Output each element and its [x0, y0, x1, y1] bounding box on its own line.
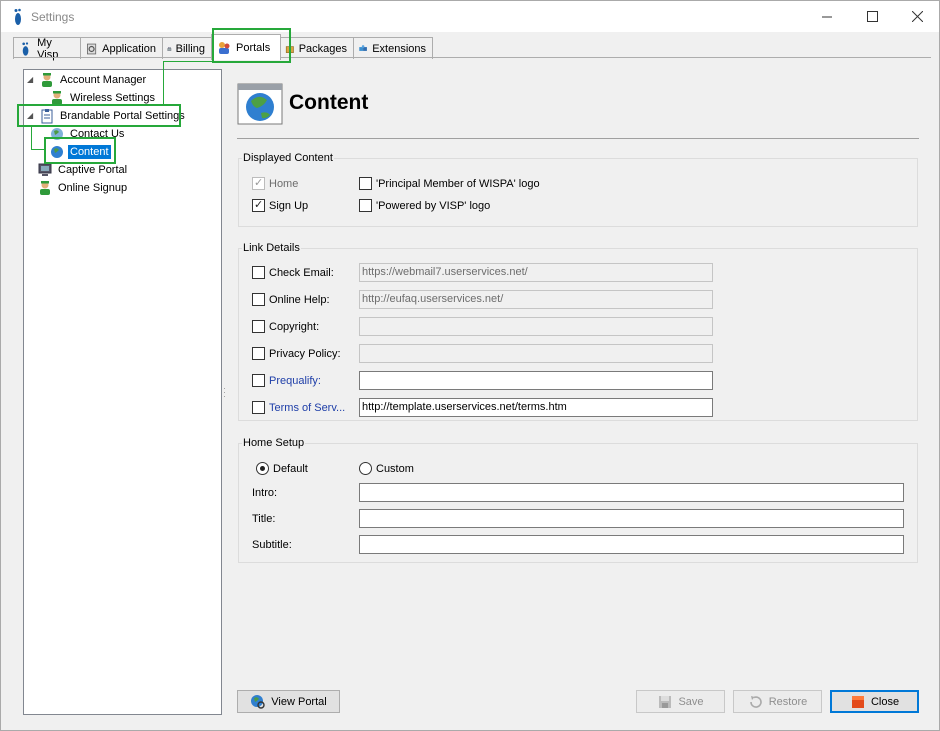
- globe-icon: [51, 145, 63, 158]
- globe-icon: [51, 127, 63, 140]
- checkbox-box[interactable]: [359, 177, 372, 190]
- close-door-icon: [851, 695, 864, 708]
- checkbox-box[interactable]: [252, 347, 265, 360]
- tab-billing[interactable]: Billing: [162, 37, 212, 59]
- privacy-policy-field[interactable]: [359, 344, 713, 363]
- home-setup-title: Home Setup: [242, 437, 306, 449]
- checkbox-box: [252, 176, 265, 190]
- highlight-connector: [163, 61, 213, 62]
- copyright-checkbox[interactable]: Copyright:: [252, 320, 319, 333]
- tree-item-online-signup[interactable]: Online Signup: [37, 179, 129, 196]
- checkbox-box[interactable]: [252, 198, 265, 212]
- tab-extensions[interactable]: Extensions: [353, 37, 433, 59]
- save-button[interactable]: Save: [636, 690, 725, 713]
- floppy-icon: [659, 695, 672, 708]
- monitor-icon: [38, 163, 52, 176]
- user-icon: [42, 72, 52, 87]
- maximize-icon: [866, 11, 878, 22]
- home-checkbox: Home: [252, 176, 298, 190]
- copyright-field[interactable]: [359, 317, 713, 336]
- page-title: Content: [289, 91, 369, 114]
- window-title: Settings: [31, 10, 75, 24]
- tree-item-content[interactable]: Content: [49, 143, 111, 160]
- tree-item-wireless-settings[interactable]: Wireless Settings: [49, 89, 157, 106]
- panel-splitter[interactable]: · · ·: [223, 384, 226, 401]
- package-icon: [285, 45, 294, 53]
- tab-my-visp[interactable]: My Visp: [13, 37, 81, 61]
- user-icon: [52, 90, 62, 105]
- close-window-button[interactable]: [894, 1, 940, 32]
- tree-item-captive-portal[interactable]: Captive Portal: [37, 161, 129, 178]
- puzzle-icon: [359, 44, 367, 51]
- portals-icon: [219, 41, 230, 54]
- checkbox-box[interactable]: [252, 401, 265, 414]
- tree-item-brandable-portal-settings[interactable]: ◢ Brandable Portal Settings: [27, 107, 187, 124]
- tab-portals[interactable]: Portals: [211, 34, 281, 60]
- wispa-logo-checkbox[interactable]: 'Principal Member of WISPA' logo: [359, 177, 540, 190]
- tab-strip-border: [13, 57, 931, 58]
- close-button[interactable]: Close: [830, 690, 919, 713]
- tab-strip: My Visp Application Billing Portals Pack…: [13, 34, 433, 61]
- tab-packages[interactable]: Packages: [280, 37, 354, 59]
- terms-of-service-checkbox[interactable]: Terms of Serv...: [252, 401, 345, 414]
- close-icon: [911, 11, 923, 22]
- terms-of-service-field[interactable]: http://template.userservices.net/terms.h…: [359, 398, 713, 417]
- restore-icon: [749, 695, 762, 708]
- subtitle-label: Subtitle:: [252, 539, 292, 551]
- title-label: Title:: [252, 513, 276, 525]
- radio-dot[interactable]: [256, 462, 269, 475]
- privacy-policy-checkbox[interactable]: Privacy Policy:: [252, 347, 341, 360]
- highlight-connector: [31, 127, 32, 150]
- checkbox-box[interactable]: [252, 293, 265, 306]
- displayed-content-group: [238, 158, 918, 227]
- online-help-checkbox[interactable]: Online Help:: [252, 293, 330, 306]
- visp-logo-checkbox[interactable]: 'Powered by VISP' logo: [359, 199, 490, 212]
- settings-tree: ◢ Account Manager Wireless Settings ◢ Br…: [23, 69, 222, 715]
- prequalify-field[interactable]: [359, 371, 713, 390]
- check-email-checkbox[interactable]: Check Email:: [252, 266, 334, 279]
- prequalify-checkbox[interactable]: Prequalify:: [252, 374, 321, 387]
- tree-item-account-manager[interactable]: ◢ Account Manager: [27, 71, 148, 88]
- subtitle-field[interactable]: [359, 535, 904, 554]
- custom-radio[interactable]: Custom: [359, 462, 414, 475]
- title-field[interactable]: [359, 509, 904, 528]
- view-portal-button[interactable]: View Portal: [237, 690, 340, 713]
- online-help-field[interactable]: http://eufaq.userservices.net/: [359, 290, 713, 309]
- register-icon: [167, 46, 172, 51]
- user-icon: [40, 180, 50, 195]
- expand-arrow-icon[interactable]: ◢: [27, 75, 37, 84]
- foot-icon: [22, 41, 29, 56]
- gear-icon: [87, 43, 97, 54]
- displayed-content-title: Displayed Content: [242, 152, 334, 164]
- minimize-button[interactable]: [804, 1, 850, 32]
- settings-window: Settings My Visp Application Billing Por…: [0, 0, 940, 731]
- tab-application[interactable]: Application: [80, 37, 163, 59]
- checkbox-box[interactable]: [252, 266, 265, 279]
- radio-dot[interactable]: [359, 462, 372, 475]
- globe-search-icon: [251, 694, 265, 709]
- sign-up-checkbox[interactable]: Sign Up: [252, 198, 308, 212]
- clipboard-icon: [41, 108, 53, 123]
- highlight-connector: [163, 61, 164, 104]
- intro-label: Intro:: [252, 487, 278, 499]
- header-divider: [237, 138, 919, 139]
- checkbox-box[interactable]: [359, 199, 372, 212]
- checkbox-box[interactable]: [252, 374, 265, 387]
- title-bar: Settings: [1, 1, 939, 32]
- globe-window-icon: [237, 83, 283, 125]
- restore-button[interactable]: Restore: [733, 690, 822, 713]
- intro-field[interactable]: [359, 483, 904, 502]
- tree-item-contact-us[interactable]: Contact Us: [49, 125, 126, 142]
- highlight-connector: [31, 149, 44, 150]
- checkbox-box[interactable]: [252, 320, 265, 333]
- maximize-button[interactable]: [849, 1, 895, 32]
- default-radio[interactable]: Default: [256, 462, 308, 475]
- check-email-field[interactable]: https://webmail7.userservices.net/: [359, 263, 713, 282]
- foot-icon: [14, 8, 21, 25]
- minimize-icon: [821, 16, 832, 18]
- link-details-title: Link Details: [242, 242, 301, 254]
- expand-arrow-icon[interactable]: ◢: [27, 111, 37, 120]
